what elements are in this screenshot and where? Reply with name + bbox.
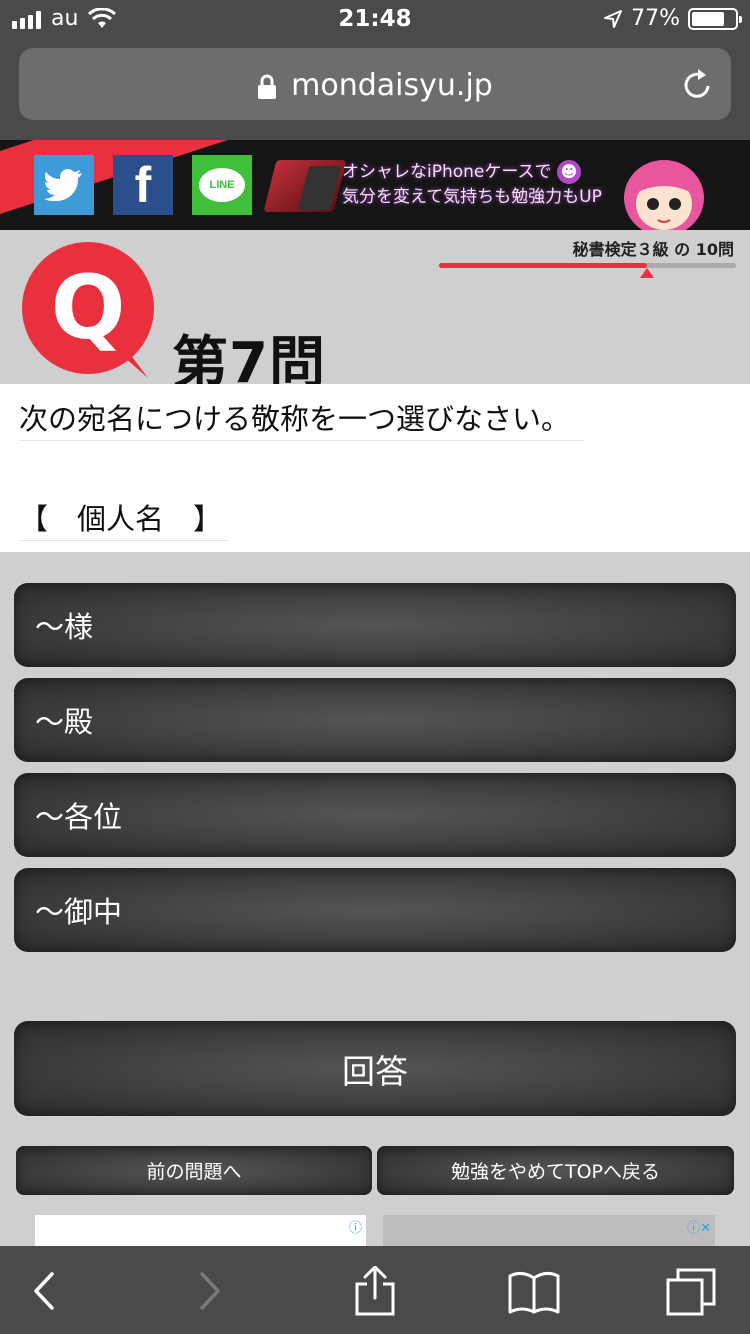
browser-toolbar xyxy=(0,1246,750,1334)
location-arrow-icon xyxy=(604,9,623,28)
ad-info-close-icon[interactable]: ⓘ✕ xyxy=(687,1217,711,1236)
option-button-3[interactable]: ～各位 xyxy=(14,773,736,857)
progress-label: 秘書検定３級 の 10問 xyxy=(572,240,734,259)
option-button-4[interactable]: ～御中 xyxy=(14,868,736,952)
banner-ad-line2: 気分を変えて気持ちも勉強力もUP xyxy=(342,187,602,207)
question-panel: 次の宛名につける敬称を一つ選びなさい。 【 個人名 】 xyxy=(0,384,750,552)
option-button-1[interactable]: ～様 xyxy=(14,583,736,667)
option-button-2[interactable]: ～殿 xyxy=(14,678,736,762)
ad-banner[interactable]: f LINE オシャレなiPhoneケースで ☻ 気分を変えて気持ちも勉強力もU… xyxy=(0,140,750,230)
progress-bar xyxy=(439,263,736,268)
question-text: 次の宛名につける敬称を一つ選びなさい。 xyxy=(19,396,584,441)
answer-button[interactable]: 回答 xyxy=(14,1021,736,1116)
phone-case-image xyxy=(263,160,347,212)
twitter-icon xyxy=(44,169,82,201)
reload-icon[interactable] xyxy=(681,68,713,102)
facebook-share-button[interactable]: f xyxy=(113,155,173,215)
url-text: mondaisyu.jp xyxy=(291,68,493,103)
battery-percent: 77% xyxy=(631,6,680,31)
twitter-share-button[interactable] xyxy=(34,155,94,215)
banner-ad-text: オシャレなiPhoneケースで ☻ 気分を変えて気持ちも勉強力もUP xyxy=(342,160,602,210)
previous-question-button[interactable]: 前の問題へ xyxy=(16,1146,372,1195)
line-share-button[interactable]: LINE xyxy=(192,155,252,215)
q-mark: Q xyxy=(51,256,126,359)
back-icon[interactable] xyxy=(16,1266,72,1316)
back-to-top-button[interactable]: 勉強をやめてTOPへ戻る xyxy=(377,1146,734,1195)
lock-icon xyxy=(258,74,277,99)
ad-info-icon[interactable]: ⓘ xyxy=(349,1217,362,1236)
forward-icon[interactable] xyxy=(182,1266,238,1316)
banner-ad-line1: オシャレなiPhoneケースで xyxy=(342,162,552,182)
status-bar: au 21:48 77% xyxy=(0,0,750,40)
browser-chrome: mondaisyu.jp xyxy=(0,40,750,140)
line-icon: LINE xyxy=(199,168,245,202)
share-icon[interactable] xyxy=(347,1266,403,1316)
battery-icon xyxy=(688,7,742,30)
battery-fill xyxy=(692,11,725,26)
question-subject: 【 個人名 】 xyxy=(19,496,228,541)
girl-illustration xyxy=(624,160,704,230)
tabs-icon[interactable] xyxy=(664,1266,720,1316)
smiley-icon: ☻ xyxy=(556,160,581,184)
progress-fill xyxy=(439,263,647,268)
bookmarks-icon[interactable] xyxy=(506,1266,562,1316)
progress-marker xyxy=(640,268,654,278)
facebook-icon: f xyxy=(134,157,152,213)
address-bar[interactable]: mondaisyu.jp xyxy=(19,48,731,120)
q-logo-icon: Q xyxy=(22,242,154,378)
